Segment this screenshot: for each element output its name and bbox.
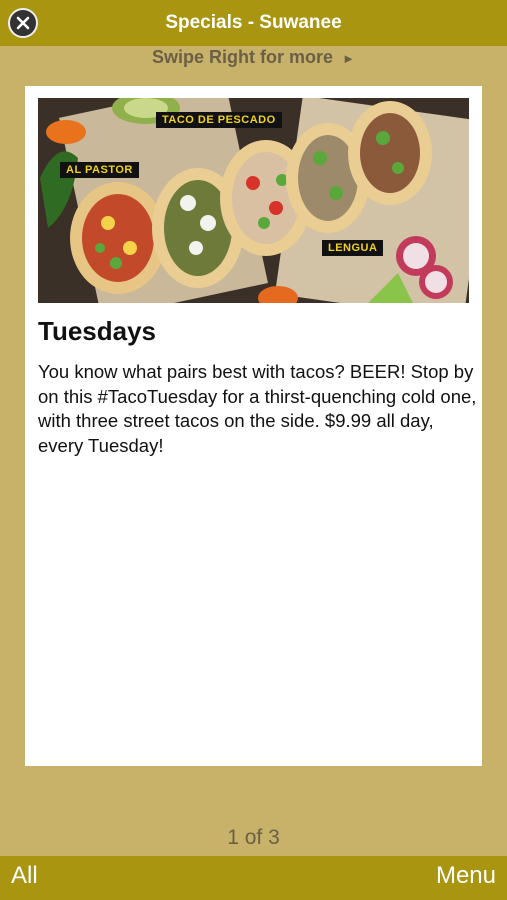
special-card[interactable]: TACO DE PESCADO AL PASTOR LENGUA Tuesday… (25, 86, 482, 766)
taco-photo: TACO DE PESCADO AL PASTOR LENGUA (38, 98, 469, 303)
label-al-pastor: AL PASTOR (60, 162, 139, 178)
menu-button[interactable]: Menu (436, 862, 496, 890)
swipe-hint-text: Swipe Right for more (152, 47, 334, 67)
label-taco-de-pescado: TACO DE PESCADO (156, 112, 282, 128)
bottom-bar: All Menu (0, 856, 507, 900)
all-button[interactable]: All (11, 862, 38, 890)
page-indicator: 1 of 3 (227, 826, 280, 849)
close-icon (16, 16, 30, 30)
top-bar: Specials - Suwanee (0, 0, 507, 46)
taco-illustration (38, 98, 469, 303)
special-title: Tuesdays (38, 316, 157, 346)
label-lengua: LENGUA (322, 240, 384, 256)
right-arrow-icon: ► (342, 51, 355, 66)
swipe-hint: Swipe Right for more ► (0, 46, 507, 70)
close-button[interactable] (8, 8, 38, 38)
special-description: You know what pairs best with tacos? BEE… (38, 361, 477, 456)
page-title: Specials - Suwanee (165, 12, 342, 33)
